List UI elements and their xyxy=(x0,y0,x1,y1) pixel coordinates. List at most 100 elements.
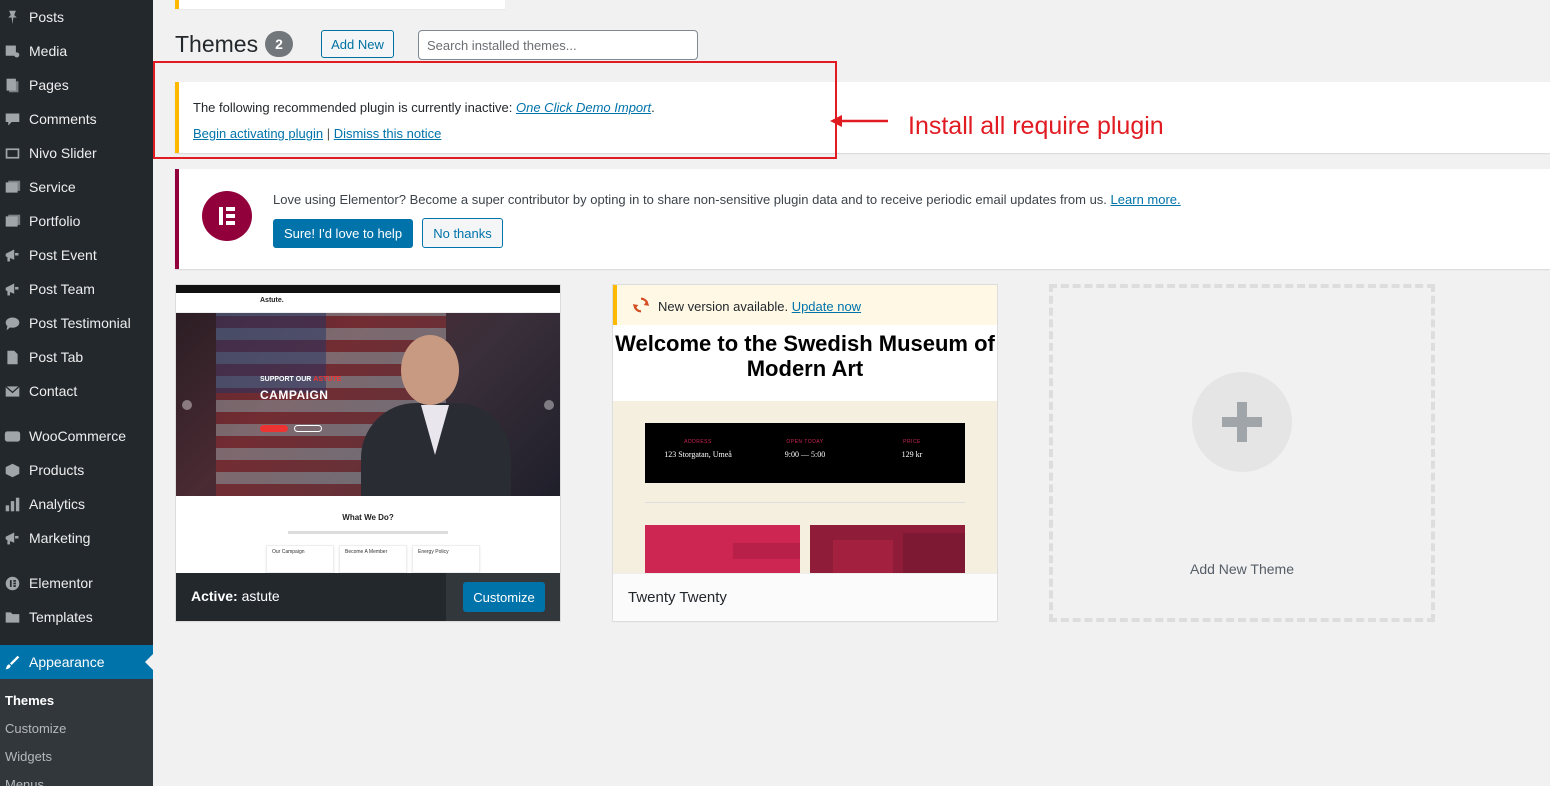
info-value: 129 kr xyxy=(901,450,923,459)
sidebar-item-service[interactable]: Service xyxy=(0,170,153,204)
info-column: OPEN TODAY 9:00 — 5:00 xyxy=(752,439,858,459)
sidebar-item-analytics[interactable]: Analytics xyxy=(0,487,153,521)
sidebar-item-post-event[interactable]: Post Event xyxy=(0,238,153,272)
sidebar-item-label: Products xyxy=(29,462,85,478)
sidebar-item-label: Templates xyxy=(29,609,93,625)
update-text: New version available. xyxy=(658,299,792,314)
slider-prev-icon xyxy=(182,400,192,410)
sidebar-item-post-testimonial[interactable]: Post Testimonial xyxy=(0,306,153,340)
box-icon xyxy=(2,461,22,479)
submenu-themes[interactable]: Themes xyxy=(5,693,54,708)
theme-screenshot-astute[interactable]: Astute. SUPPORT OUR ASTUTE CAMPAIGN What… xyxy=(176,285,560,573)
gallery-icon xyxy=(2,178,22,196)
sidebar-item-media[interactable]: Media xyxy=(0,34,153,68)
preview-section-title: What We Do? xyxy=(342,513,394,522)
previous-notice xyxy=(175,0,505,9)
sidebar-item-label: Appearance xyxy=(29,654,105,670)
preview-image-right-shape xyxy=(903,533,965,573)
active-theme-label: Active: astute xyxy=(191,588,280,604)
sidebar-item-label: Marketing xyxy=(29,530,91,546)
sidebar-item-products[interactable]: Products xyxy=(0,453,153,487)
sidebar-item-label: Media xyxy=(29,43,68,59)
elementor-notice-message: Love using Elementor? Become a super con… xyxy=(273,192,1181,207)
sidebar-item-label: Post Tab xyxy=(29,349,84,365)
appearance-submenu: Themes Customize Widgets Menus xyxy=(0,679,153,786)
theme-count-badge: 2 xyxy=(265,31,293,57)
submenu-customize[interactable]: Customize xyxy=(5,721,66,736)
preview-hero-title: CAMPAIGN xyxy=(260,388,329,402)
sidebar-item-posts[interactable]: Posts xyxy=(0,0,153,34)
sidebar-item-marketing[interactable]: Marketing xyxy=(0,521,153,555)
sidebar-item-label: Pages xyxy=(29,77,69,93)
admin-sidebar: Posts Media Pages Comments Nivo Slider Servic… xyxy=(0,0,153,786)
sidebar-item-label: Posts xyxy=(29,9,65,25)
customize-button[interactable]: Customize xyxy=(463,582,545,612)
add-new-theme-label: Add New Theme xyxy=(1189,561,1294,577)
folder-icon xyxy=(2,608,22,626)
info-value: 123 Storgatan, Umeå xyxy=(664,450,732,459)
opt-in-button[interactable]: Sure! I'd love to help xyxy=(273,219,413,248)
info-column: ADDRESS 123 Storgatan, Umeå xyxy=(645,439,751,459)
pin-icon xyxy=(2,8,22,26)
sidebar-item-woocommerce[interactable]: WooCommerce xyxy=(0,419,153,453)
preview-hero xyxy=(176,313,560,496)
active-theme-name: astute xyxy=(241,588,280,604)
sidebar-item-nivo-slider[interactable]: Nivo Slider xyxy=(0,136,153,170)
bar-chart-icon xyxy=(2,495,22,513)
sidebar-item-post-team[interactable]: Post Team xyxy=(0,272,153,306)
learn-more-link[interactable]: Learn more. xyxy=(1111,192,1181,207)
theme-screenshot-twenty-twenty[interactable]: Welcome to the Swedish Museum of Modern … xyxy=(613,285,997,573)
preview-image-right-shape xyxy=(833,540,893,573)
sidebar-item-post-tab[interactable]: Post Tab xyxy=(0,340,153,374)
sidebar-item-label: Post Testimonial xyxy=(29,315,131,331)
theme-card-astute[interactable]: Astute. SUPPORT OUR ASTUTE CAMPAIGN What… xyxy=(175,284,561,622)
sidebar-item-portfolio[interactable]: Portfolio xyxy=(0,204,153,238)
preview-card: Our Campaign xyxy=(266,545,334,573)
preview-info-box: ADDRESS 123 Storgatan, Umeå OPEN TODAY 9… xyxy=(645,423,965,483)
mail-icon xyxy=(2,382,22,400)
preview-hero-kicker: SUPPORT OUR ASTUTE xyxy=(260,376,341,383)
preview-title: Welcome to the Swedish Museum of Modern … xyxy=(615,331,995,381)
sidebar-item-templates[interactable]: Templates xyxy=(0,600,153,634)
sidebar-item-label: Portfolio xyxy=(29,213,81,229)
active-prefix: Active: xyxy=(191,588,238,604)
add-new-button[interactable]: Add New xyxy=(321,30,394,58)
sidebar-item-pages[interactable]: Pages xyxy=(0,68,153,102)
add-new-theme-card[interactable]: Add New Theme xyxy=(1049,284,1435,622)
submenu-menus[interactable]: Menus xyxy=(5,777,44,786)
update-notice: New version available. Update now xyxy=(613,285,997,325)
info-label: ADDRESS xyxy=(684,439,712,445)
preview-logo: Astute. xyxy=(260,297,284,304)
theme-footer-active: Active: astute Customize xyxy=(176,573,560,621)
search-themes-input[interactable] xyxy=(418,30,698,60)
preview-section-subtitle xyxy=(288,531,448,534)
info-column: PRICE 129 kr xyxy=(859,439,965,459)
submenu-widgets[interactable]: Widgets xyxy=(5,749,52,764)
sidebar-item-appearance[interactable]: Appearance xyxy=(0,645,153,679)
no-thanks-button[interactable]: No thanks xyxy=(422,218,503,248)
elementor-logo-icon xyxy=(202,191,252,241)
sidebar-item-label: Contact xyxy=(29,383,78,399)
annotation-highlight-box xyxy=(153,61,837,159)
sidebar-item-comments[interactable]: Comments xyxy=(0,102,153,136)
document-icon xyxy=(2,348,22,366)
sidebar-item-label: Analytics xyxy=(29,496,86,512)
info-value: 9:00 — 5:00 xyxy=(784,450,826,459)
megaphone-icon xyxy=(2,246,22,264)
sidebar-item-contact[interactable]: Contact xyxy=(0,374,153,408)
plus-icon xyxy=(1192,372,1292,472)
elementor-notice-text: Love using Elementor? Become a super con… xyxy=(273,192,1111,207)
theme-card-twenty-twenty[interactable]: Welcome to the Swedish Museum of Modern … xyxy=(612,284,998,622)
preview-divider xyxy=(645,502,965,503)
sidebar-item-elementor[interactable]: Elementor xyxy=(0,566,153,600)
elementor-notice: Love using Elementor? Become a super con… xyxy=(175,169,1550,269)
update-now-link[interactable]: Update now xyxy=(792,299,861,314)
update-notice-message: New version available. Update now xyxy=(658,299,861,314)
annotation-text: Install all require plugin xyxy=(908,112,1164,140)
pages-icon xyxy=(2,76,22,94)
preview-hero-button-outline xyxy=(294,425,322,432)
page-title: Themes xyxy=(175,31,259,57)
woo-icon xyxy=(2,427,22,445)
gallery-icon xyxy=(2,212,22,230)
person-head xyxy=(401,335,459,405)
